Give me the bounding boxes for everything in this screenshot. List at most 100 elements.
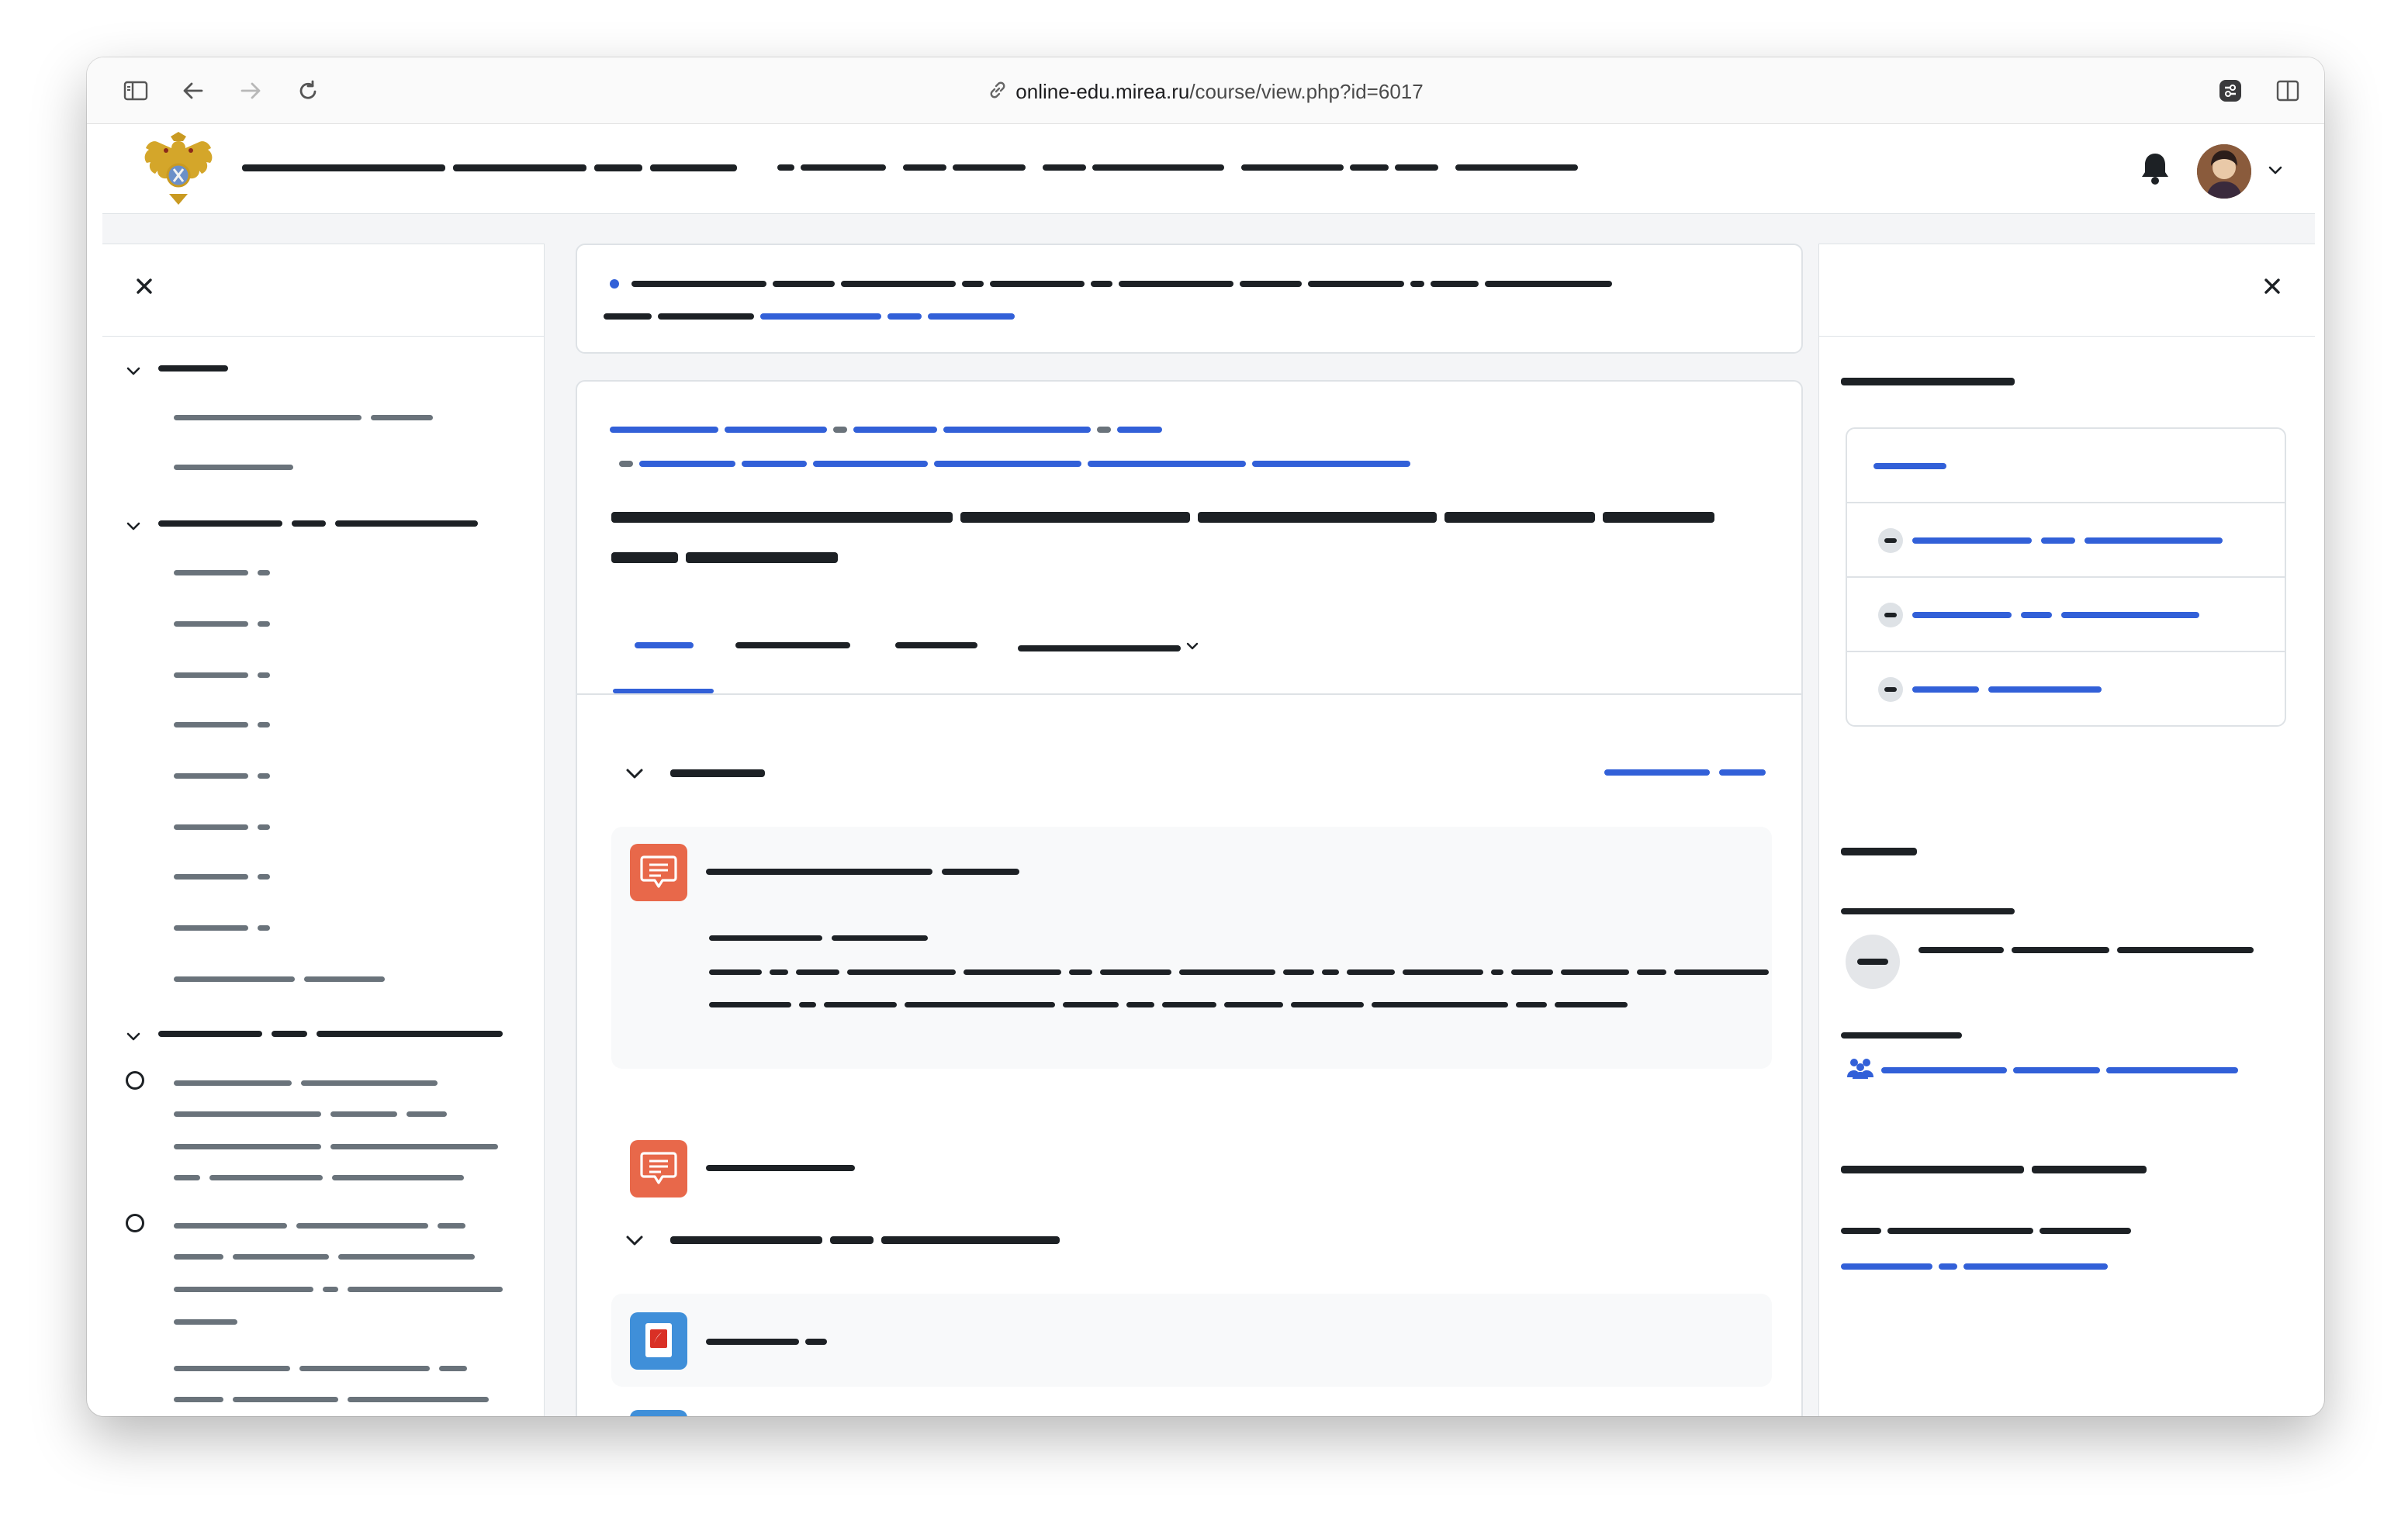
page-title xyxy=(611,512,1714,523)
nav-link-courses[interactable] xyxy=(1043,164,1224,171)
chevron-down-icon[interactable] xyxy=(622,762,647,786)
page-title-line-2 xyxy=(611,552,838,563)
activity-title-link[interactable] xyxy=(706,869,1019,875)
course-index-item[interactable] xyxy=(174,773,270,779)
chevron-down-icon[interactable] xyxy=(622,1229,647,1253)
breadcrumb-link[interactable] xyxy=(639,461,735,467)
bell-icon[interactable] xyxy=(2136,147,2174,188)
activity-title-link[interactable] xyxy=(706,1165,855,1171)
breadcrumb-link[interactable] xyxy=(853,427,937,433)
url-host: online-edu.mirea.ru xyxy=(1015,80,1190,103)
minus-icon xyxy=(1878,528,1903,553)
chevron-down-icon[interactable] xyxy=(123,361,144,382)
pdf-file-icon xyxy=(630,1312,687,1370)
course-index-item[interactable] xyxy=(174,415,433,420)
section-lectures[interactable] xyxy=(158,520,478,527)
activity-file xyxy=(611,1294,1772,1387)
chevron-down-icon[interactable] xyxy=(2265,160,2285,180)
section-title xyxy=(670,1236,1060,1244)
breadcrumb-link[interactable] xyxy=(943,427,1091,433)
course-index-item[interactable] xyxy=(174,874,270,880)
split-view-icon[interactable] xyxy=(2271,74,2304,107)
tab-participants[interactable] xyxy=(735,642,850,648)
tabs-divider xyxy=(577,693,1801,695)
close-icon[interactable] xyxy=(132,274,157,299)
extension-icon[interactable] xyxy=(2214,74,2247,107)
close-icon[interactable] xyxy=(2260,274,2285,299)
notice-link[interactable] xyxy=(887,313,922,320)
breadcrumb-link[interactable] xyxy=(742,461,807,467)
tab-course[interactable] xyxy=(635,642,694,648)
course-index-item[interactable] xyxy=(174,925,270,931)
breadcrumb-line-2 xyxy=(619,461,1410,467)
list-item[interactable] xyxy=(1847,503,2285,578)
breadcrumb-link[interactable] xyxy=(725,427,827,433)
nav-link-more[interactable] xyxy=(1241,164,1438,171)
tab-grades[interactable] xyxy=(895,642,977,648)
collapse-all-link[interactable] xyxy=(1604,769,1766,776)
course-index-item-line xyxy=(174,1254,475,1260)
section-general[interactable] xyxy=(158,365,228,372)
tab-more[interactable] xyxy=(1018,638,1201,658)
activity-description-line xyxy=(709,969,1769,975)
block-drawer xyxy=(1818,244,2315,1416)
course-index-item[interactable] xyxy=(174,976,385,982)
address-bar[interactable]: online-edu.mirea.ru/course/view.php?id=6… xyxy=(87,76,2324,107)
notice-line-2 xyxy=(604,313,1015,320)
notice-link[interactable] xyxy=(928,313,1015,320)
block-subtitle xyxy=(1841,1032,1962,1039)
link-icon xyxy=(988,78,1008,109)
course-index-item-line xyxy=(174,1144,498,1149)
course-index-item[interactable] xyxy=(174,570,270,575)
list-item[interactable] xyxy=(1847,652,2285,727)
teacher-name[interactable] xyxy=(1918,947,2254,953)
groups-link[interactable] xyxy=(1846,1056,2238,1084)
coat-of-arms-logo[interactable] xyxy=(140,130,217,211)
block-title xyxy=(1841,378,2015,385)
block-link[interactable] xyxy=(1841,1263,2108,1270)
forum-icon xyxy=(630,844,687,901)
nav-link-extra[interactable] xyxy=(1455,164,1578,171)
breadcrumb-link[interactable] xyxy=(1117,427,1162,433)
course-index-item[interactable] xyxy=(174,1366,467,1371)
browser-window: online-edu.mirea.ru/course/view.php?id=6… xyxy=(87,57,2324,1416)
course-index-item[interactable] xyxy=(174,672,270,678)
drawer-divider xyxy=(1819,336,2315,337)
breadcrumb-link[interactable] xyxy=(610,427,718,433)
drawer-divider xyxy=(102,336,544,337)
breadcrumb-link[interactable] xyxy=(1252,461,1410,467)
block-title xyxy=(1841,1166,2147,1173)
breadcrumb-link[interactable] xyxy=(934,461,1081,467)
course-index-item[interactable] xyxy=(174,1223,465,1229)
notice-line-1 xyxy=(610,279,1612,289)
chevron-down-icon[interactable] xyxy=(123,1026,144,1048)
course-index-item[interactable] xyxy=(174,824,270,830)
minus-icon xyxy=(1878,677,1903,702)
site-name[interactable] xyxy=(242,164,737,171)
activity-title-link[interactable] xyxy=(706,1339,827,1345)
breadcrumb-link[interactable] xyxy=(1088,461,1246,467)
course-index-item-line xyxy=(174,1175,464,1180)
nav-link-dashboard[interactable] xyxy=(903,164,1026,171)
notice-card xyxy=(576,244,1803,354)
list-item[interactable] xyxy=(1847,578,2285,652)
course-index-item-line xyxy=(174,1287,503,1292)
course-index-item[interactable] xyxy=(174,621,270,627)
avatar[interactable] xyxy=(2197,144,2251,199)
breadcrumb-link[interactable] xyxy=(813,461,928,467)
block-title xyxy=(1841,848,1917,855)
section-tasks[interactable] xyxy=(158,1031,503,1037)
course-index-item-line xyxy=(174,1111,447,1117)
completion-circle-icon xyxy=(126,1071,144,1090)
course-index-item[interactable] xyxy=(174,465,293,470)
activity-description-line xyxy=(709,1002,1628,1007)
course-index-drawer xyxy=(102,244,545,1416)
notice-link[interactable] xyxy=(760,313,881,320)
chevron-down-icon[interactable] xyxy=(123,516,144,537)
teacher-avatar[interactable] xyxy=(1846,935,1900,989)
list-item[interactable] xyxy=(1847,429,2285,503)
breadcrumb xyxy=(610,427,1162,433)
course-index-item[interactable] xyxy=(174,722,270,727)
course-index-item[interactable] xyxy=(174,1080,438,1086)
nav-link-home[interactable] xyxy=(777,164,886,171)
